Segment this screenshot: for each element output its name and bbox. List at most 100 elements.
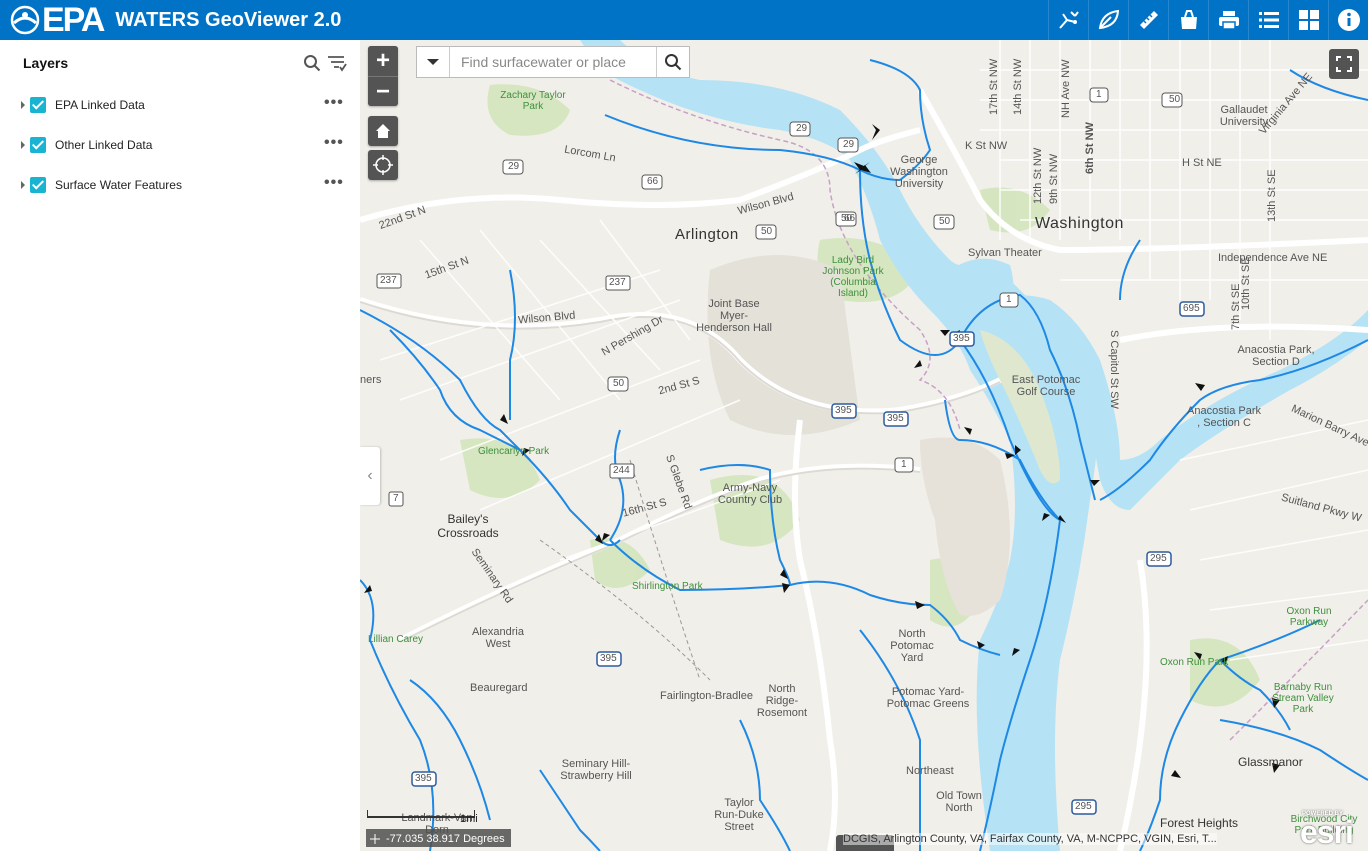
- network-trace-tool-button[interactable]: [1048, 0, 1088, 40]
- map-view[interactable]: 29 50 66 50 50 50 50 29 29 237 237 244 3…: [360, 40, 1368, 851]
- street-label: 12th St NW: [1032, 147, 1044, 204]
- park-label-lady-bird: Lady Bird Johnson Park (Columbia Island): [822, 255, 884, 299]
- layers-panel-header: Layers: [0, 40, 360, 86]
- caret-right-icon[interactable]: [21, 101, 25, 109]
- place-label-north-ridge: North Ridge-Rosemont: [756, 683, 808, 719]
- city-label-arlington: Arlington: [675, 226, 739, 243]
- basemap-grid-icon: [1298, 10, 1319, 30]
- city-label-washington: Washington: [1035, 215, 1124, 232]
- home-button[interactable]: [368, 116, 398, 146]
- park-label-lillian-carey: Lillian Carey: [368, 634, 424, 645]
- shield-label: 50: [613, 378, 625, 389]
- street-label: H St NE: [1182, 157, 1222, 169]
- park-label-oxon-run-parkway: Oxon Run Parkway: [1286, 606, 1332, 628]
- place-label-seminary: Seminary Hill-Strawberry Hill: [560, 758, 632, 782]
- watershed-tool-button[interactable]: [1088, 0, 1128, 40]
- fullscreen-button[interactable]: [1329, 49, 1359, 79]
- search-icon: [665, 54, 682, 71]
- shield-label: 695: [1183, 303, 1200, 314]
- shield-label: 244: [613, 465, 630, 476]
- street-label: 13th St SE: [1266, 169, 1278, 222]
- shield-label: 50: [939, 216, 951, 227]
- locate-button[interactable]: [368, 150, 398, 180]
- app-title: WATERS GeoViewer 2.0: [115, 9, 342, 31]
- shield-label: 1: [1096, 89, 1102, 100]
- print-tool-button[interactable]: [1208, 0, 1248, 40]
- place-label-anacostia-c: Anacostia Park , Section C: [1187, 405, 1261, 429]
- place-label-ners: ners: [360, 374, 382, 386]
- street-label: 6th St NW: [1084, 122, 1096, 174]
- place-label-alexandria-west: Alexandria West: [472, 626, 524, 650]
- more-options-icon[interactable]: •••: [324, 135, 344, 151]
- epa-logo-text: EPA: [42, 1, 105, 39]
- crosshair-locate-icon: [373, 155, 393, 175]
- caret-right-icon[interactable]: [21, 141, 25, 149]
- place-label-sylvan-theater: Sylvan Theater: [968, 247, 1042, 259]
- place-label-glassmanor: Glassmanor: [1238, 755, 1303, 769]
- layer-row-surface-water-features: Surface Water Features •••: [0, 170, 360, 200]
- about-tool-button[interactable]: [1328, 0, 1368, 40]
- place-label-anacostia-d: Anacostia Park, Section D: [1237, 344, 1315, 368]
- layer-checkbox[interactable]: [30, 97, 46, 113]
- layer-label: Surface Water Features: [55, 178, 182, 192]
- place-label-joint-base: Joint Base Myer-Henderson Hall: [696, 298, 772, 334]
- street-label: 9th St NW: [1048, 153, 1060, 204]
- shield-label: 66: [647, 176, 659, 187]
- bookmark-tool-button[interactable]: [1168, 0, 1208, 40]
- shield-label: 237: [380, 275, 397, 286]
- layer-label: EPA Linked Data: [55, 98, 145, 112]
- search-source-dropdown[interactable]: [417, 47, 450, 77]
- locate-button-face[interactable]: [368, 150, 398, 180]
- shield-label: 50: [1169, 94, 1181, 105]
- surfacewater-search: [416, 46, 690, 78]
- place-label-army-navy: Army-Navy Country Club: [717, 482, 783, 506]
- measure-tool-button[interactable]: [1128, 0, 1168, 40]
- filter-list-icon[interactable]: [327, 54, 347, 72]
- network-trace-icon: [1058, 11, 1079, 29]
- shield-label: 395: [415, 773, 432, 784]
- search-submit-button[interactable]: [656, 47, 689, 77]
- search-input[interactable]: [450, 47, 656, 77]
- layer-checkbox[interactable]: [30, 137, 46, 153]
- layer-checkbox[interactable]: [30, 177, 46, 193]
- place-label-gwu: George Washington University: [890, 154, 948, 190]
- shield-label: 50: [761, 226, 773, 237]
- shield-label: 295: [1075, 801, 1092, 812]
- coordinate-readout[interactable]: -77.035 38.917 Degrees: [366, 829, 511, 847]
- search-icon[interactable]: [303, 54, 321, 72]
- list-icon: [1258, 12, 1279, 28]
- panel-collapse-button[interactable]: ‹: [360, 447, 380, 505]
- layer-row-epa-linked-data: EPA Linked Data •••: [0, 90, 360, 120]
- layer-label: Other Linked Data: [55, 138, 153, 152]
- zoom-out-button[interactable]: −: [368, 76, 398, 106]
- epa-flower-logo-icon: [10, 5, 40, 35]
- layer-row-other-linked-data: Other Linked Data •••: [0, 130, 360, 160]
- street-label: Independence Ave NE: [1218, 252, 1328, 264]
- street-label: K St NW: [965, 140, 1008, 152]
- more-options-icon[interactable]: •••: [324, 175, 344, 191]
- chevron-left-icon: ‹: [367, 467, 373, 484]
- place-label-north-potomac: North Potomac Yard: [890, 628, 934, 664]
- layer-list-tool-button[interactable]: [1248, 0, 1288, 40]
- home-icon: [376, 124, 390, 138]
- shield-label: 1: [1006, 294, 1012, 305]
- watershed-icon: [1098, 9, 1119, 30]
- street-label: 10th St SE: [1240, 257, 1252, 310]
- home-button-face[interactable]: [368, 116, 398, 146]
- layers-panel: Layers EPA Linked Data ••• Other Linked …: [0, 40, 360, 851]
- header-toolbar: [1048, 0, 1368, 40]
- scale-bar-label: 1mi: [460, 813, 478, 825]
- shield-label: 7: [393, 493, 399, 504]
- shield-label: 395: [887, 413, 904, 424]
- app-header: EPA WATERS GeoViewer 2.0: [0, 0, 1368, 40]
- shield-label: 1: [901, 459, 907, 470]
- shield-label: 295: [1150, 553, 1167, 564]
- caret-right-icon[interactable]: [21, 181, 25, 189]
- place-label-taylor-run: Taylor Run-Duke Street: [714, 797, 764, 833]
- more-options-icon[interactable]: •••: [324, 95, 344, 111]
- shield-label: 395: [953, 333, 970, 344]
- zoom-in-button[interactable]: +: [368, 46, 398, 76]
- park-label-oxon-run-park: Oxon Run Park: [1160, 657, 1229, 668]
- basemap-tool-button[interactable]: [1288, 0, 1328, 40]
- info-icon: [1337, 9, 1360, 31]
